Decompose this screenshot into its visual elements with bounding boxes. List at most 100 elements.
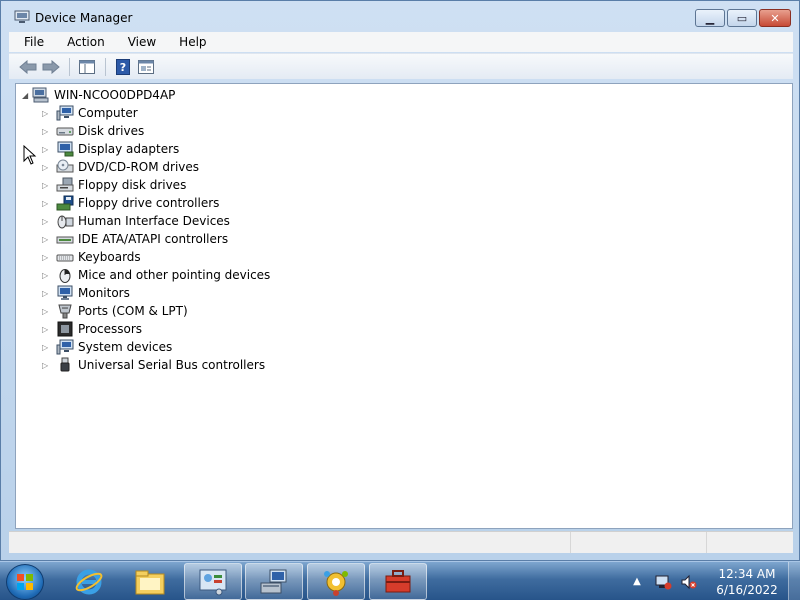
status-cell-secondary	[571, 532, 707, 553]
media-center-icon	[324, 570, 348, 596]
tree-item-label: Universal Serial Bus controllers	[78, 358, 266, 372]
help-button[interactable]: ?	[112, 56, 134, 78]
show-hide-console-tree-icon	[79, 59, 95, 74]
ide-controller-icon	[56, 231, 74, 247]
close-button[interactable]: ✕	[759, 9, 791, 27]
toolbar: ?	[9, 53, 793, 79]
close-icon: ✕	[770, 11, 780, 25]
clock-date: 6/16/2022	[716, 582, 778, 597]
usb-icon	[56, 357, 74, 373]
tree-item-label: Keyboards	[78, 250, 141, 264]
internet-explorer-button[interactable]	[60, 563, 118, 600]
menu-view[interactable]: View	[114, 35, 165, 49]
internet-explorer-icon	[75, 569, 103, 594]
tree-item-floppy-disk-drives[interactable]: ▷ Floppy disk drives	[42, 176, 270, 194]
tree-item-mice-and-other-pointing-devices[interactable]: ▷ Mice and other pointing devices	[42, 266, 270, 284]
title-bar[interactable]: Device Manager ▁ ▭ ✕	[1, 1, 799, 33]
show-desktop-button[interactable]	[788, 562, 800, 600]
expand-arrow-icon[interactable]: ▷	[42, 253, 50, 262]
help-icon: ?	[116, 58, 130, 75]
minimize-icon: ▁	[705, 11, 715, 25]
expand-arrow-icon[interactable]: ▷	[42, 127, 50, 136]
expand-arrow-icon[interactable]: ▷	[42, 109, 50, 118]
show-hidden-icons-button[interactable]: ▲	[628, 573, 646, 591]
back-button[interactable]	[17, 56, 39, 78]
status-cell-main	[9, 532, 571, 553]
expand-arrow-icon[interactable]: ▷	[42, 289, 50, 298]
tree-item-human-interface-devices[interactable]: ▷ Human Interface Devices	[42, 212, 270, 230]
system-device-icon	[56, 339, 74, 355]
windows-explorer-button[interactable]	[121, 563, 179, 600]
tree-root-computer[interactable]: ◢ WIN-NCOO0DPD4AP	[22, 86, 175, 104]
media-center-button[interactable]	[307, 563, 365, 600]
expand-arrow-icon[interactable]: ▷	[42, 181, 50, 190]
properties-icon	[138, 59, 154, 74]
minimize-button[interactable]: ▁	[695, 9, 725, 27]
device-tree-pane[interactable]: ◢ WIN-NCOO0DPD4AP ▷ Computer ▷ Disk driv…	[15, 83, 793, 529]
windows-logo-icon	[17, 574, 33, 590]
control-panel-button[interactable]	[184, 563, 242, 600]
menu-bar: File Action View Help	[9, 32, 793, 52]
tree-item-universal-serial-bus-controllers[interactable]: ▷ Universal Serial Bus controllers	[42, 356, 270, 374]
tree-item-label: Processors	[78, 322, 143, 336]
floppy-controller-icon	[56, 195, 74, 211]
expand-arrow-icon[interactable]: ▷	[42, 217, 50, 226]
tree-item-disk-drives[interactable]: ▷ Disk drives	[42, 122, 270, 140]
svg-text:?: ?	[120, 61, 126, 74]
toolbox-button[interactable]	[369, 563, 427, 600]
network-icon	[260, 569, 287, 593]
tree-item-computer[interactable]: ▷ Computer	[42, 104, 270, 122]
expand-arrow-icon[interactable]: ▷	[42, 199, 50, 208]
tree-item-display-adapters[interactable]: ▷ Display adapters	[42, 140, 270, 158]
expand-arrow-icon[interactable]: ▷	[42, 325, 50, 334]
tree-item-label: Floppy disk drives	[78, 178, 187, 192]
tree-item-system-devices[interactable]: ▷ System devices	[42, 338, 270, 356]
maximize-icon: ▭	[736, 11, 748, 25]
show-hide-console-tree-button[interactable]	[76, 56, 98, 78]
tree-item-label: IDE ATA/ATAPI controllers	[78, 232, 229, 246]
dvd-drive-icon	[56, 159, 74, 175]
toolbar-separator	[105, 57, 106, 76]
expand-arrow-icon[interactable]: ▷	[42, 343, 50, 352]
tree-item-label: Human Interface Devices	[78, 214, 230, 228]
forward-arrow-icon	[42, 59, 60, 74]
clock[interactable]: 12:34 AM 6/16/2022	[706, 566, 788, 598]
expand-arrow-icon[interactable]: ▷	[42, 145, 50, 154]
tree-item-ide-ata-atapi-controllers[interactable]: ▷ IDE ATA/ATAPI controllers	[42, 230, 270, 248]
tree-item-dvd-cd-rom-drives[interactable]: ▷ DVD/CD-ROM drives	[42, 158, 270, 176]
tree-item-label: Display adapters	[78, 142, 180, 156]
device-manager-icon	[14, 10, 30, 23]
tree-item-label: Mice and other pointing devices	[78, 268, 271, 282]
device-manager-window: Device Manager ▁ ▭ ✕ File Action View He…	[0, 0, 800, 561]
tree-item-label: Disk drives	[78, 124, 145, 138]
network-status-icon[interactable]	[654, 573, 672, 591]
expand-arrow-icon[interactable]: ▷	[42, 361, 50, 370]
menu-help[interactable]: Help	[165, 35, 215, 49]
tree-item-label: System devices	[78, 340, 173, 354]
control-panel-icon	[199, 569, 227, 595]
expand-arrow-icon[interactable]: ▷	[42, 271, 50, 280]
properties-button[interactable]	[135, 56, 157, 78]
volume-muted-icon[interactable]	[680, 573, 698, 591]
expand-arrow-icon[interactable]: ▷	[42, 307, 50, 316]
forward-button[interactable]	[40, 56, 62, 78]
maximize-button[interactable]: ▭	[727, 9, 757, 27]
toolbox-icon	[385, 569, 411, 592]
tree-item-label: Monitors	[78, 286, 130, 300]
monitor-icon	[56, 285, 74, 301]
tree-item-floppy-drive-controllers[interactable]: ▷ Floppy drive controllers	[42, 194, 270, 212]
tree-item-ports-com-lpt[interactable]: ▷ Ports (COM & LPT)	[42, 302, 270, 320]
expand-arrow-icon[interactable]: ▷	[42, 235, 50, 244]
start-button[interactable]	[6, 564, 44, 600]
tree-item-monitors[interactable]: ▷ Monitors	[42, 284, 270, 302]
computer-root-icon	[32, 87, 50, 103]
menu-action[interactable]: Action	[53, 35, 114, 49]
collapse-arrow-icon[interactable]: ◢	[22, 91, 32, 100]
expand-arrow-icon[interactable]: ▷	[42, 163, 50, 172]
network-button[interactable]	[245, 563, 303, 600]
tree-item-processors[interactable]: ▷ Processors	[42, 320, 270, 338]
tree-item-label: DVD/CD-ROM drives	[78, 160, 200, 174]
tree-item-keyboards[interactable]: ▷ Keyboards	[42, 248, 270, 266]
clock-time: 12:34 AM	[718, 566, 776, 581]
menu-file[interactable]: File	[9, 35, 53, 49]
